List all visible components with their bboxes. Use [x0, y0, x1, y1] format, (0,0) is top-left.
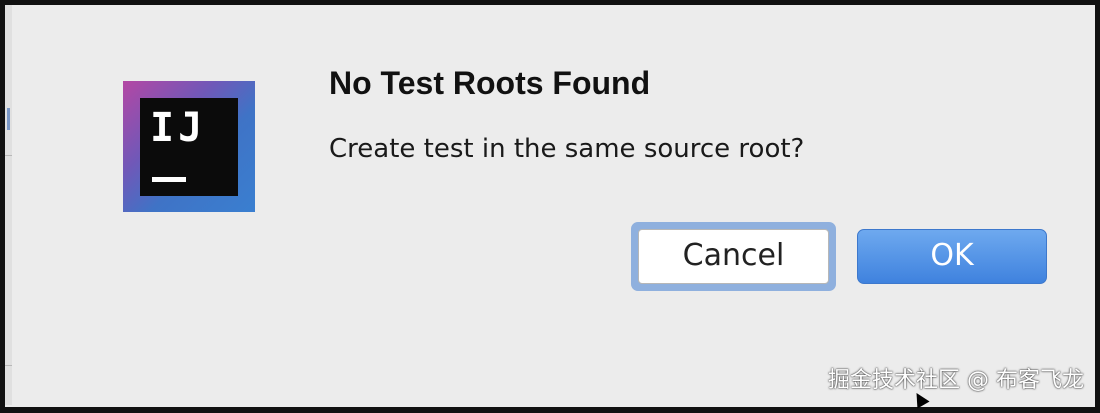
background-window-edge — [5, 5, 12, 405]
no-test-roots-dialog: IJ No Test Roots Found Create test in th… — [12, 5, 1090, 407]
dialog-message: Create test in the same source root? — [329, 134, 805, 164]
divider — [5, 365, 12, 366]
dialog-title: No Test Roots Found — [329, 65, 651, 101]
cancel-button[interactable]: Cancel — [631, 222, 836, 291]
app-icon-inner: IJ — [140, 98, 238, 196]
background-selection-marker — [7, 108, 10, 130]
cancel-button-label: Cancel — [638, 229, 829, 284]
app-icon-underscore — [152, 177, 186, 182]
intellij-idea-icon: IJ — [123, 81, 255, 212]
watermark: 掘金技术社区 @ 布客飞龙 — [828, 368, 1084, 393]
ok-button[interactable]: OK — [857, 229, 1047, 284]
divider — [5, 155, 12, 156]
app-icon-letters: IJ — [150, 105, 207, 151]
